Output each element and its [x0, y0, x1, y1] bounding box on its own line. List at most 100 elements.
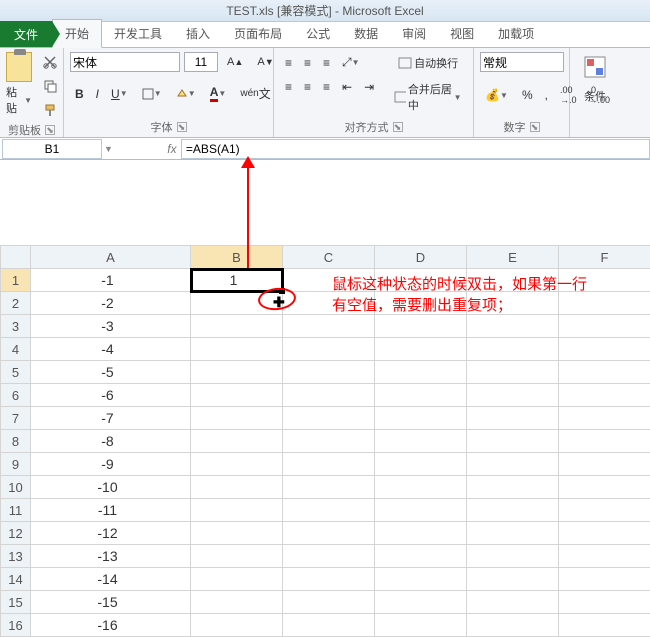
cell[interactable]: [559, 545, 650, 568]
format-painter-icon[interactable]: [38, 100, 62, 120]
col-header-B[interactable]: B: [191, 246, 283, 269]
merge-center-button[interactable]: 合并后居中▼: [389, 78, 467, 116]
tab-view[interactable]: 视图: [438, 20, 486, 47]
tab-formulas[interactable]: 公式: [294, 20, 342, 47]
fx-icon[interactable]: fx: [163, 142, 181, 156]
orientation-icon[interactable]: ⤢▼: [337, 52, 367, 73]
select-all-corner[interactable]: [1, 246, 31, 269]
conditional-format-icon[interactable]: [578, 52, 612, 82]
row-header[interactable]: 4: [1, 338, 31, 361]
cell[interactable]: [559, 338, 650, 361]
cell[interactable]: [375, 499, 467, 522]
cell[interactable]: [375, 568, 467, 591]
cell[interactable]: [191, 499, 283, 522]
cell[interactable]: [467, 476, 559, 499]
row-header[interactable]: 15: [1, 591, 31, 614]
align-middle-icon[interactable]: ≡: [299, 53, 316, 73]
col-header-E[interactable]: E: [467, 246, 559, 269]
cell[interactable]: -15: [31, 591, 191, 614]
cell[interactable]: [467, 568, 559, 591]
cell[interactable]: [191, 430, 283, 453]
cell[interactable]: [467, 522, 559, 545]
cell[interactable]: [467, 499, 559, 522]
wrap-text-button[interactable]: 自动换行: [389, 52, 467, 74]
cell[interactable]: [467, 430, 559, 453]
border-icon[interactable]: ▼: [137, 85, 169, 103]
align-top-icon[interactable]: ≡: [280, 53, 297, 73]
namebox-dropdown-icon[interactable]: ▼: [104, 144, 113, 154]
font-size-select[interactable]: [184, 52, 218, 72]
tab-data[interactable]: 数据: [342, 20, 390, 47]
cell[interactable]: [375, 361, 467, 384]
decrease-indent-icon[interactable]: ⇤: [337, 77, 357, 97]
cell[interactable]: [375, 522, 467, 545]
cell[interactable]: [283, 614, 375, 637]
cell[interactable]: [467, 315, 559, 338]
cell[interactable]: [467, 453, 559, 476]
cell[interactable]: -14: [31, 568, 191, 591]
cell[interactable]: -6: [31, 384, 191, 407]
font-name-select[interactable]: [70, 52, 180, 72]
chevron-down-icon[interactable]: ▼: [24, 96, 32, 105]
cell[interactable]: [559, 430, 650, 453]
paste-button[interactable]: 粘贴: [6, 84, 22, 116]
row-header[interactable]: 13: [1, 545, 31, 568]
row-header[interactable]: 6: [1, 384, 31, 407]
cell[interactable]: [375, 545, 467, 568]
cell[interactable]: [191, 361, 283, 384]
col-header-F[interactable]: F: [559, 246, 650, 269]
row-header[interactable]: 7: [1, 407, 31, 430]
comma-icon[interactable]: ,: [540, 85, 553, 105]
row-header[interactable]: 3: [1, 315, 31, 338]
tab-review[interactable]: 审阅: [390, 20, 438, 47]
cell[interactable]: [559, 407, 650, 430]
cell[interactable]: 1: [191, 269, 283, 292]
cell[interactable]: [191, 568, 283, 591]
align-left-icon[interactable]: ≡: [280, 77, 297, 97]
cell[interactable]: -4: [31, 338, 191, 361]
col-header-A[interactable]: A: [31, 246, 191, 269]
cell[interactable]: [559, 568, 650, 591]
cell[interactable]: -13: [31, 545, 191, 568]
cell[interactable]: [191, 591, 283, 614]
cell[interactable]: -10: [31, 476, 191, 499]
cell[interactable]: [283, 591, 375, 614]
cell[interactable]: [191, 384, 283, 407]
cut-icon[interactable]: [38, 52, 62, 72]
bold-button[interactable]: B: [70, 84, 89, 104]
cell[interactable]: [375, 614, 467, 637]
cell[interactable]: [559, 499, 650, 522]
row-header[interactable]: 11: [1, 499, 31, 522]
row-header[interactable]: 16: [1, 614, 31, 637]
currency-icon[interactable]: 💰▼: [480, 85, 515, 105]
cell[interactable]: [191, 407, 283, 430]
cell[interactable]: [191, 315, 283, 338]
row-header[interactable]: 10: [1, 476, 31, 499]
launcher-icon[interactable]: ⬊: [393, 122, 403, 132]
cell[interactable]: [375, 430, 467, 453]
col-header-C[interactable]: C: [283, 246, 375, 269]
italic-button[interactable]: I: [91, 84, 104, 104]
cell[interactable]: [375, 591, 467, 614]
cell[interactable]: [283, 568, 375, 591]
align-center-icon[interactable]: ≡: [299, 77, 316, 97]
fill-color-icon[interactable]: ▼: [171, 85, 203, 103]
increase-indent-icon[interactable]: ⇥: [359, 77, 379, 97]
cell[interactable]: [559, 453, 650, 476]
align-right-icon[interactable]: ≡: [318, 77, 335, 97]
row-header[interactable]: 9: [1, 453, 31, 476]
increase-font-icon[interactable]: A▲: [222, 53, 248, 71]
cell[interactable]: -5: [31, 361, 191, 384]
cell[interactable]: [559, 522, 650, 545]
cell[interactable]: [467, 338, 559, 361]
number-format-select[interactable]: [480, 52, 564, 72]
cell[interactable]: [283, 384, 375, 407]
tab-developer[interactable]: 开发工具: [102, 20, 174, 47]
row-header[interactable]: 1: [1, 269, 31, 292]
cell[interactable]: [467, 384, 559, 407]
cell[interactable]: -2: [31, 292, 191, 315]
cell[interactable]: [283, 545, 375, 568]
cell[interactable]: [283, 453, 375, 476]
cell[interactable]: -1: [31, 269, 191, 292]
phonetic-icon[interactable]: wén文: [235, 82, 275, 105]
